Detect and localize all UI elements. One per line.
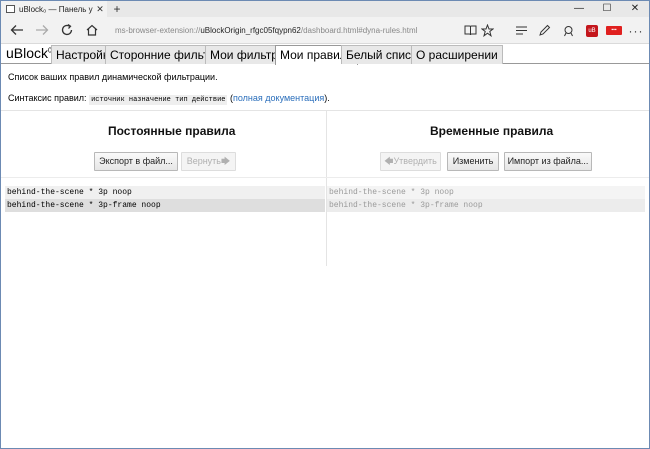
permanent-rules-title: Постоянные правила xyxy=(108,124,236,138)
documentation-link[interactable]: полная документация xyxy=(233,93,324,103)
tab-about[interactable]: О расширении xyxy=(411,45,503,64)
intro-text: Список ваших правил динамической фильтра… xyxy=(8,72,218,82)
navigation-bar: ms-browser-extension://uBlockOrigin_rfgc… xyxy=(1,17,649,44)
temporary-rule-row: behind-the-scene * 3p-frame noop xyxy=(327,199,645,212)
favorite-star-icon[interactable] xyxy=(477,21,497,40)
browser-tab[interactable]: uBlock₀ — Панель упр ✕ xyxy=(1,1,107,17)
web-note-icon[interactable] xyxy=(534,21,554,40)
import-button[interactable]: Импорт из файла... xyxy=(504,152,592,171)
minimize-icon[interactable]: — xyxy=(565,1,593,17)
temporary-rules-title: Временные правила xyxy=(430,124,554,138)
ublock-extension-icon[interactable]: uB xyxy=(582,21,602,40)
back-icon[interactable] xyxy=(6,20,28,40)
share-icon[interactable] xyxy=(558,21,578,40)
permanent-rule-row: behind-the-scene * 3p noop xyxy=(5,186,325,199)
syntax-close-paren: ). xyxy=(324,93,330,103)
hub-icon[interactable] xyxy=(511,21,531,40)
temporary-rule-row: behind-the-scene * 3p noop xyxy=(327,186,645,199)
address-bar[interactable]: ms-browser-extension://uBlockOrigin_rfgc… xyxy=(115,22,455,39)
url-prefix: ms-browser-extension:// xyxy=(115,26,201,35)
ublock-logo: uBlock0 xyxy=(6,45,52,61)
divider xyxy=(1,110,649,111)
rules-page: Список ваших правил динамической фильтра… xyxy=(1,65,649,449)
commit-button[interactable]: 🡄Утвердить xyxy=(380,152,441,171)
edit-button[interactable]: Изменить xyxy=(447,152,499,171)
home-icon[interactable] xyxy=(81,20,103,40)
revert-button[interactable]: Вернуть🡆 xyxy=(181,152,236,171)
tab-title: uBlock₀ — Панель упр xyxy=(19,4,93,14)
close-tab-icon[interactable]: ✕ xyxy=(93,4,107,15)
page-icon xyxy=(6,5,15,13)
rules-divider xyxy=(1,177,649,178)
browser-window: uBlock₀ — Панель упр ✕ + — ☐ ✕ ms-browse… xyxy=(0,0,650,449)
close-window-icon[interactable]: ✕ xyxy=(621,1,649,17)
syntax-label: Синтаксис правил: xyxy=(8,93,87,103)
more-icon[interactable]: ··· xyxy=(626,21,646,40)
url-host: uBlockOrigin_rfgc05fqypn62 xyxy=(200,26,301,35)
maximize-icon[interactable]: ☐ xyxy=(593,1,621,17)
forward-icon[interactable] xyxy=(31,20,53,40)
syntax-line: Синтаксис правил: источник назначение ти… xyxy=(8,93,330,105)
new-tab-button[interactable]: + xyxy=(110,1,124,17)
dashboard-tabs: uBlock0 Настройки Сторонние фильтры Мои … xyxy=(1,44,649,65)
permanent-rule-row: behind-the-scene * 3p-frame noop xyxy=(5,199,325,212)
syntax-code: источник назначение тип действие xyxy=(89,95,228,105)
export-button[interactable]: Экспорт в файл... xyxy=(94,152,178,171)
url-path: /dashboard.html#dyna-rules.html xyxy=(300,26,418,35)
tab-strip: uBlock₀ — Панель упр ✕ + — ☐ ✕ xyxy=(1,1,649,17)
extension-badge-icon[interactable]: ▪▪▪ xyxy=(604,21,624,40)
refresh-icon[interactable] xyxy=(56,20,78,40)
